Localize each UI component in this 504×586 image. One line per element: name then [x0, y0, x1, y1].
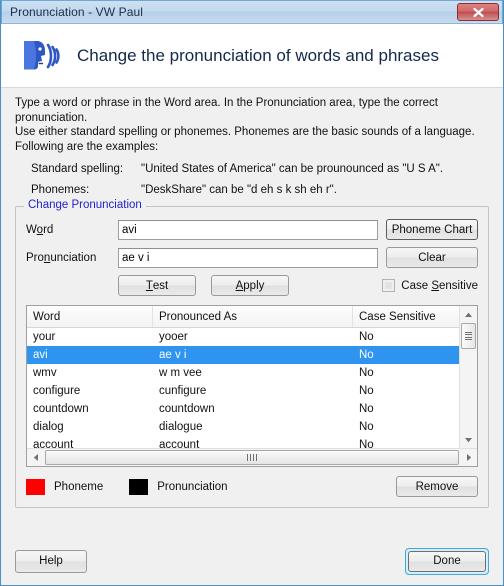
- remove-button[interactable]: Remove: [396, 476, 478, 497]
- window-title: Pronunciation - VW Paul: [10, 5, 144, 19]
- table-row[interactable]: countdown countdown No: [27, 400, 459, 418]
- help-button[interactable]: Help: [15, 549, 87, 573]
- cell-case-sensitive: No: [359, 367, 374, 379]
- case-sensitive-checkbox[interactable]: [382, 279, 396, 292]
- phoneme-color-swatch: [26, 478, 45, 495]
- pronunciation-row: Pronunciation Clear: [26, 247, 478, 268]
- case-sensitive-checkbox-wrap[interactable]: Case Sensitive: [382, 279, 478, 292]
- example-text: "DeskShare" can be "d eh s k sh eh r".: [141, 184, 337, 196]
- case-sensitive-label: Case Sensitive: [401, 279, 478, 292]
- word-label: Word: [26, 223, 54, 236]
- example-standard-spelling: Standard spelling: "United States of Ame…: [15, 163, 489, 175]
- change-pronunciation-group: Change Pronunciation Word Phoneme Chart …: [15, 199, 489, 508]
- page-title: Change the pronunciation of words and ph…: [77, 45, 439, 65]
- horizontal-scroll-thumb[interactable]: [45, 450, 459, 465]
- table-row[interactable]: configure cunfigure No: [27, 382, 459, 400]
- table-header: Word Pronounced As Case Sensitive: [27, 306, 459, 328]
- cell-word: your: [33, 331, 56, 343]
- done-button[interactable]: Done: [408, 550, 486, 572]
- word-row: Word Phoneme Chart: [26, 219, 478, 240]
- cell-word: account: [33, 439, 74, 448]
- pronunciation-dialog: Pronunciation - VW Paul Change the pronu…: [0, 0, 504, 586]
- vertical-scrollbar[interactable]: [459, 306, 477, 448]
- table-row[interactable]: dialog dialogue No: [27, 418, 459, 436]
- grip-icon: [465, 330, 472, 342]
- pronunciation-color-swatch: [129, 478, 149, 495]
- scroll-left-icon[interactable]: [27, 449, 44, 466]
- cell-word: avi: [33, 349, 48, 361]
- cell-pronounced: w m vee: [159, 367, 202, 379]
- cell-case-sensitive: No: [359, 349, 374, 361]
- cell-pronounced: dialogue: [159, 421, 203, 433]
- cell-case-sensitive: No: [359, 403, 374, 415]
- cell-pronounced: countdown: [159, 403, 215, 415]
- table-main: Word Pronounced As Case Sensitive your y…: [27, 306, 477, 448]
- vertical-scroll-thumb[interactable]: [461, 323, 476, 349]
- pronunciation-legend-label: Pronunciation: [157, 480, 228, 493]
- cell-pronounced: cunfigure: [159, 385, 207, 397]
- example-label: Standard spelling:: [31, 163, 124, 175]
- scroll-right-icon[interactable]: [460, 449, 477, 466]
- close-button[interactable]: [457, 3, 499, 21]
- grip-icon: [247, 454, 257, 461]
- table-columns: Word Pronounced As Case Sensitive your y…: [27, 306, 459, 448]
- pronunciation-input[interactable]: [118, 247, 378, 268]
- table-body: your yooer No avi ae v i No wmv w m vee …: [27, 328, 459, 448]
- action-row: Test Apply Case Sensitive: [26, 275, 478, 296]
- scroll-down-icon[interactable]: [460, 431, 477, 448]
- table-row[interactable]: wmv w m vee No: [27, 364, 459, 382]
- apply-button[interactable]: Apply: [211, 275, 289, 296]
- close-icon: [472, 7, 485, 18]
- done-button-focus-ring: Done: [405, 547, 489, 575]
- speaking-head-icon: [15, 33, 61, 79]
- pronunciation-table: Word Pronounced As Case Sensitive your y…: [26, 305, 478, 467]
- phoneme-legend-label: Phoneme: [54, 480, 104, 493]
- dialog-header: Change the pronunciation of words and ph…: [1, 24, 503, 88]
- cell-word: wmv: [33, 367, 57, 379]
- group-legend: Change Pronunciation: [24, 199, 146, 211]
- column-header-pronounced-as[interactable]: Pronounced As: [153, 306, 353, 327]
- test-button[interactable]: Test: [118, 275, 196, 296]
- cell-pronounced: yooer: [159, 331, 188, 343]
- instructions: Type a word or phrase in the Word area. …: [15, 96, 489, 154]
- example-phonemes: Phonemes: "DeskShare" can be "d eh s k s…: [15, 184, 489, 196]
- cell-pronounced: account: [159, 439, 200, 448]
- example-label: Phonemes:: [31, 184, 90, 196]
- dialog-footer: Help Done: [1, 537, 503, 585]
- column-header-case-sensitive[interactable]: Case Sensitive: [353, 306, 459, 327]
- column-header-word[interactable]: Word: [27, 306, 153, 327]
- dialog-body: Type a word or phrase in the Word area. …: [1, 88, 503, 508]
- word-input[interactable]: [118, 219, 378, 240]
- pronunciation-label: Pronunciation: [26, 251, 97, 264]
- phoneme-chart-button[interactable]: Phoneme Chart: [386, 219, 478, 240]
- instructions-line-1: Type a word or phrase in the Word area. …: [15, 97, 438, 124]
- clear-button[interactable]: Clear: [386, 247, 478, 268]
- horizontal-scrollbar[interactable]: [27, 448, 477, 466]
- table-row[interactable]: account account No: [27, 436, 459, 448]
- cell-case-sensitive: No: [359, 385, 374, 397]
- example-text: "United States of America" can be prouno…: [141, 163, 444, 175]
- cell-case-sensitive: No: [359, 439, 374, 448]
- cell-word: dialog: [33, 421, 64, 433]
- cell-pronounced: ae v i: [159, 349, 187, 361]
- cell-case-sensitive: No: [359, 331, 374, 343]
- scroll-up-icon[interactable]: [460, 306, 477, 323]
- cell-word: countdown: [33, 403, 89, 415]
- cell-word: configure: [33, 385, 81, 397]
- color-legend: Phoneme Pronunciation Remove: [26, 476, 478, 497]
- table-row[interactable]: your yooer No: [27, 328, 459, 346]
- title-bar: Pronunciation - VW Paul: [1, 0, 503, 24]
- table-row[interactable]: avi ae v i No: [27, 346, 459, 364]
- cell-case-sensitive: No: [359, 421, 374, 433]
- instructions-line-2: Use either standard spelling or phonemes…: [15, 126, 475, 138]
- vertical-scroll-track[interactable]: [460, 349, 477, 431]
- instructions-line-3: Following are the examples:: [15, 140, 159, 153]
